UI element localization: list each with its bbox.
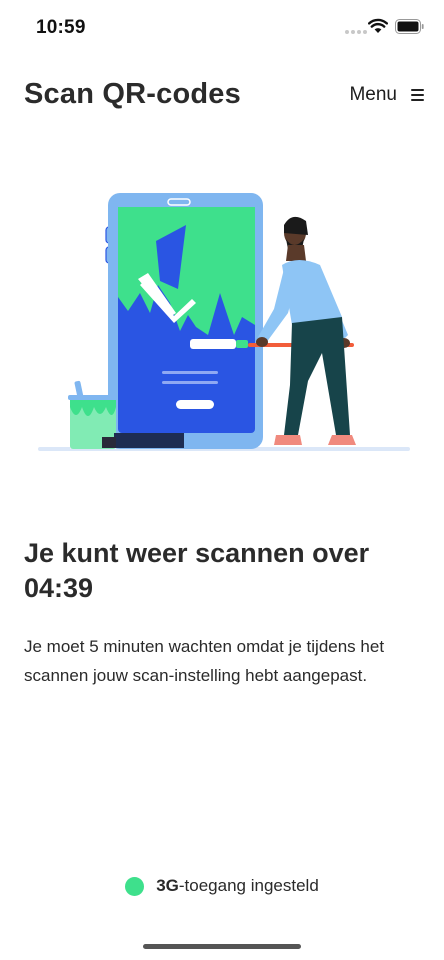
access-status-label: -toegang ingesteld	[178, 876, 319, 895]
status-time: 10:59	[36, 17, 86, 38]
page-title: Scan QR-codes	[24, 78, 241, 110]
status-bar: 10:59	[0, 0, 444, 56]
home-indicator[interactable]	[143, 944, 301, 949]
app-header: Scan QR-codes Menu	[0, 72, 444, 120]
menu-button[interactable]: Menu	[349, 84, 424, 106]
menu-label: Menu	[349, 84, 397, 105]
access-status-emphasis: 3G	[156, 876, 179, 895]
access-status: 3G-toegang ingesteld	[0, 876, 444, 896]
hamburger-menu-icon	[411, 89, 424, 101]
painter-phone-illustration	[38, 193, 410, 451]
wifi-icon	[368, 18, 388, 33]
status-indicator-dot	[125, 876, 145, 896]
battery-icon	[395, 19, 424, 34]
countdown-title: Je kunt weer scannen over 04:39	[24, 538, 370, 603]
countdown-description: Je moet 5 minuten wachten omdat je tijde…	[24, 637, 385, 685]
cellular-signal-icon	[345, 30, 367, 34]
access-status-text: 3G-toegang ingesteld	[156, 876, 319, 896]
